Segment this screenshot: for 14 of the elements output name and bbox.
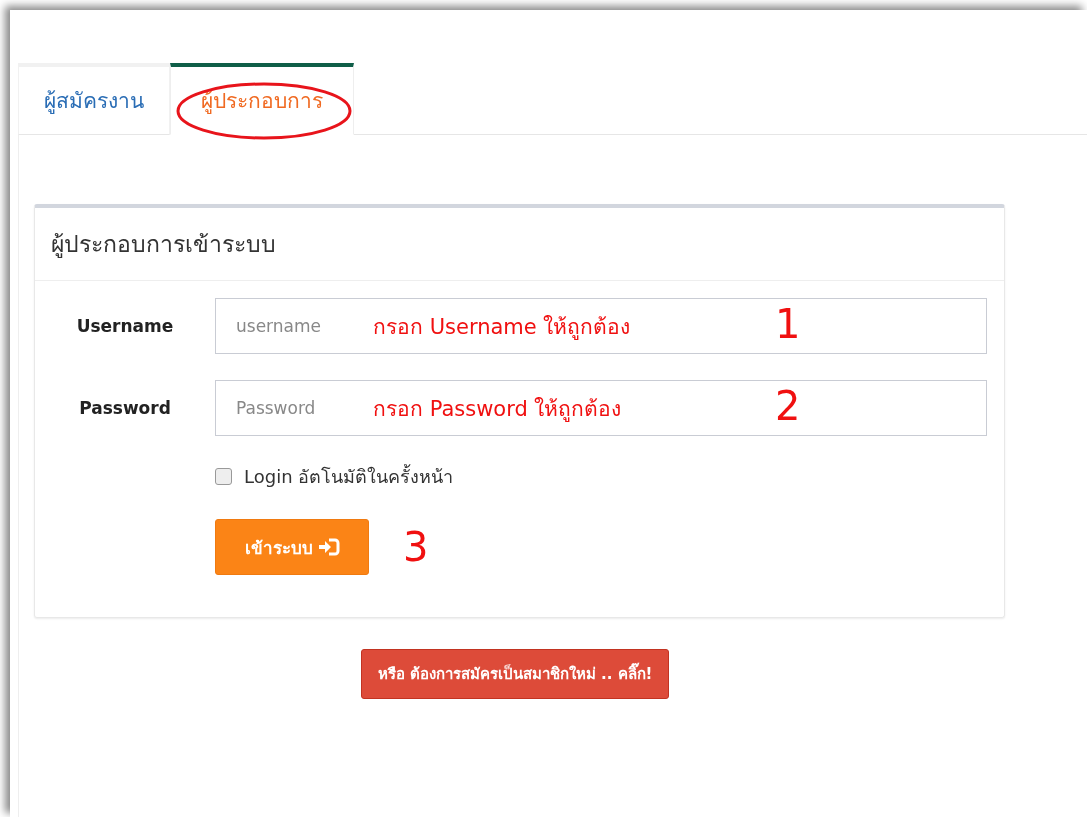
panel-title: ผู้ประกอบการเข้าระบบ [35, 208, 1004, 281]
tab[interactable]: ผู้สมัครงาน [18, 63, 170, 135]
register-button[interactable]: หรือ ต้องการสมัครเป็นสมาชิกใหม่ .. คลิ๊ก! [360, 649, 670, 699]
step-number: 2 [775, 382, 801, 431]
annotation-text: กรอก Username ให้ถูกต้อง [373, 314, 631, 342]
sign-in-icon [317, 538, 340, 556]
checkbox[interactable] [215, 468, 232, 485]
checkbox-label: Login อัตโนมัติในครั้งหน้า [244, 463, 454, 489]
login-button[interactable]: เข้าระบบ [215, 519, 369, 575]
field-label: Password [78, 398, 172, 418]
annotation-text: กรอก Password ให้ถูกต้อง [373, 396, 622, 424]
step-number: 1 [775, 300, 801, 349]
step-number: 3 [403, 524, 429, 570]
field-label: Username [75, 316, 175, 336]
